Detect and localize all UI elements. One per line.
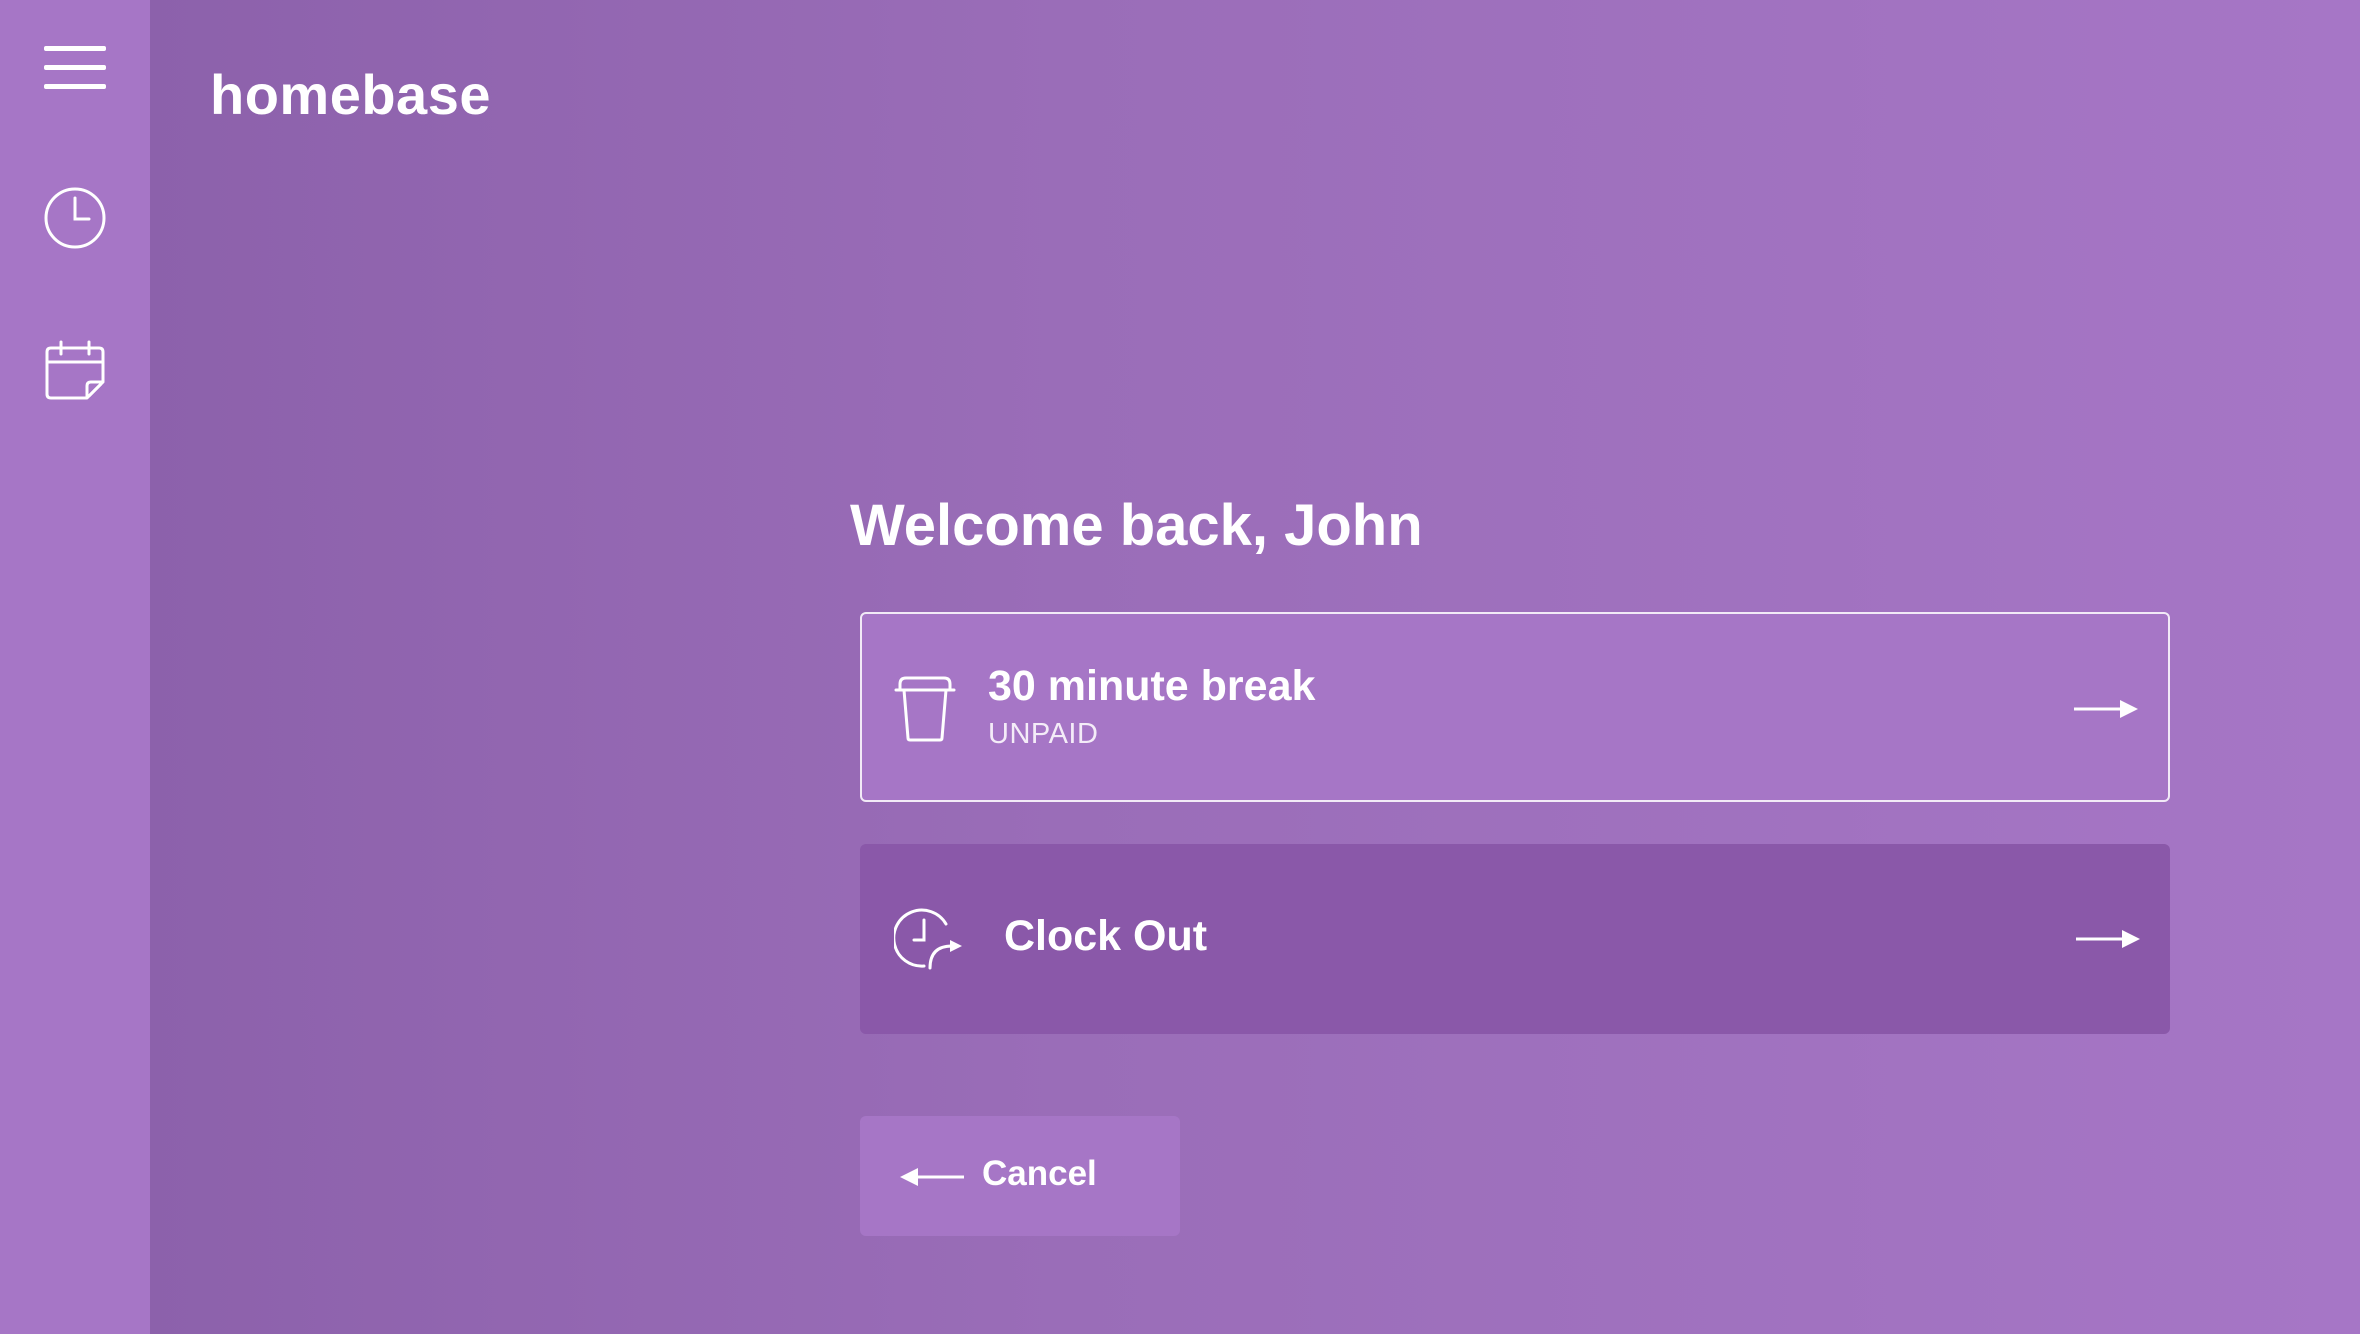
clock-out-option-title: Clock Out — [1004, 912, 1208, 960]
arrow-right-icon — [2074, 700, 2138, 718]
clock-icon — [44, 187, 106, 249]
break-option-button[interactable]: 30 minute break UNPAID — [860, 612, 2170, 802]
hamburger-menu-icon — [44, 46, 106, 89]
cancel-button-label: Cancel — [982, 1154, 1097, 1193]
app-root: homebase Welcome back, John 30 minute br… — [0, 0, 2360, 1334]
cancel-button[interactable]: Cancel — [860, 1116, 1180, 1236]
sidebar — [0, 0, 150, 1334]
coffee-cup-icon — [890, 672, 960, 746]
arrow-left-icon — [900, 1168, 964, 1186]
arrow-right-icon — [2076, 930, 2140, 948]
welcome-heading: Welcome back, John — [850, 493, 1423, 558]
clock-out-icon — [892, 904, 966, 974]
menu-button[interactable] — [35, 28, 115, 108]
homebase-logo: homebase — [210, 63, 491, 126]
calendar-icon — [45, 340, 105, 400]
sidebar-item-timeclock[interactable] — [35, 178, 115, 258]
sidebar-item-schedule[interactable] — [35, 330, 115, 410]
break-option-subtitle: UNPAID — [988, 718, 1099, 750]
clock-out-option-button[interactable]: Clock Out — [860, 844, 2170, 1034]
break-option-title: 30 minute break — [988, 662, 1316, 710]
